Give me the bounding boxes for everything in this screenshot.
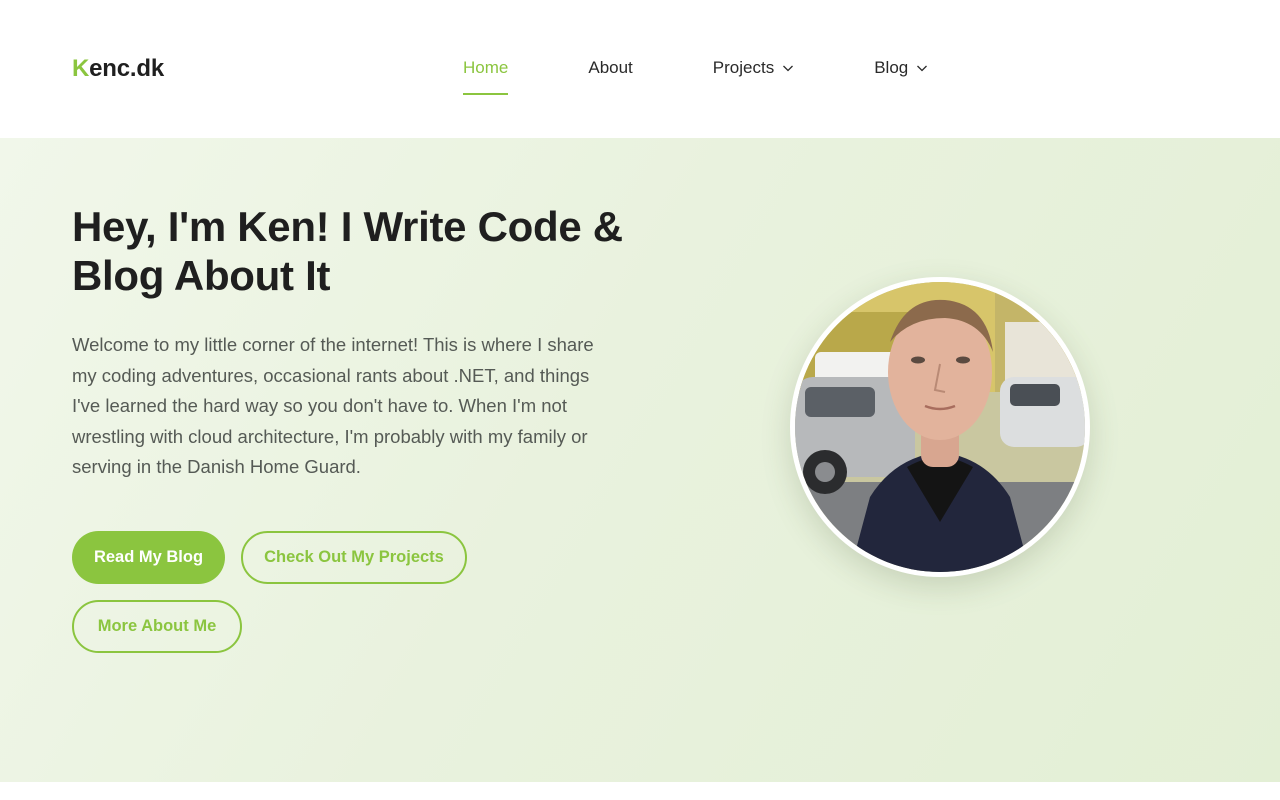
page-bottom: [0, 782, 1280, 800]
nav-blog[interactable]: Blog: [874, 58, 928, 78]
profile-photo: [790, 277, 1090, 577]
nav-blog-label: Blog: [874, 58, 909, 77]
main-nav: Home About Projects Blog: [463, 58, 928, 95]
hero-section: Hey, I'm Ken! I Write Code & Blog About …: [0, 138, 1280, 782]
nav-home[interactable]: Home: [463, 58, 509, 95]
read-blog-button[interactable]: Read My Blog: [72, 531, 225, 584]
logo-letter: K: [72, 55, 90, 82]
chevron-down-icon: [916, 62, 928, 74]
hero-description: Welcome to my little corner of the inter…: [72, 334, 594, 478]
hero-title: Hey, I'm Ken! I Write Code & Blog About …: [72, 203, 623, 299]
portrait-image: [795, 282, 1085, 572]
nav-projects[interactable]: Projects: [713, 58, 794, 78]
site-header: Kenc.dk Home About Projects Blog: [0, 0, 1280, 138]
about-me-button[interactable]: More About Me: [72, 600, 242, 653]
site-logo[interactable]: Kenc.dk: [72, 55, 164, 83]
nav-home-label: Home: [463, 58, 509, 77]
projects-button[interactable]: Check Out My Projects: [241, 531, 467, 584]
nav-about[interactable]: About: [588, 58, 632, 78]
nav-about-label: About: [588, 58, 633, 77]
logo-text: enc.dk: [89, 55, 164, 82]
chevron-down-icon: [782, 62, 794, 74]
nav-projects-label: Projects: [712, 58, 775, 77]
